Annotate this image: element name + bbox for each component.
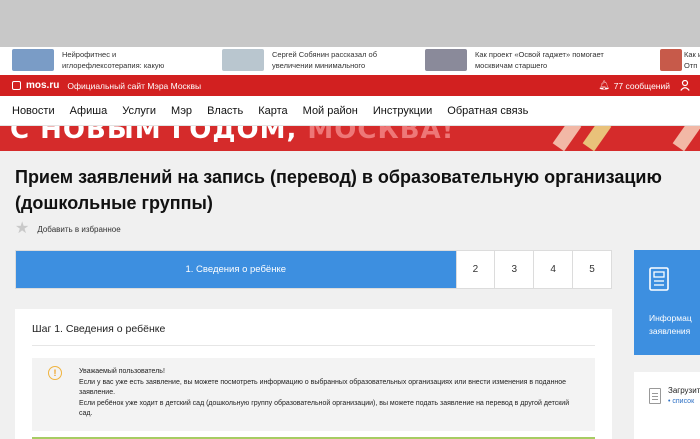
top-gray-area xyxy=(0,0,700,47)
news-item[interactable]: Сергей Собянин рассказал об увеличении м… xyxy=(222,49,402,73)
banner-greeting: С НОВЫМ ГОДОМ, xyxy=(10,126,308,145)
form-card: Шаг 1. Сведения о ребёнке ! Уважаемый по… xyxy=(15,309,612,439)
news-thumbnail xyxy=(12,49,54,71)
nav-news[interactable]: Новости xyxy=(12,105,55,117)
notice-line: Если ребёнок уже ходит в детский сад (до… xyxy=(79,399,570,418)
messages-count: 77 сообщений xyxy=(613,80,670,91)
logo-text: mos.ru xyxy=(26,80,60,91)
messages-link[interactable]: 🔔︎ 77 сообщений xyxy=(598,75,670,96)
info-label-line: заявления xyxy=(649,326,691,336)
nav-instructions[interactable]: Инструкции xyxy=(373,105,432,117)
nav-feedback[interactable]: Обратная связь xyxy=(447,105,528,117)
step-title: Шаг 1. Сведения о ребёнке xyxy=(32,323,166,335)
site-header: mos.ru Официальный сайт Мэра Москвы 🔔︎ 7… xyxy=(0,75,700,96)
news-headline[interactable]: Нейрофитнес и иглорефлексотерапия: какую xyxy=(62,49,172,71)
file-icon xyxy=(649,388,661,404)
news-headline[interactable]: Как и Отп xyxy=(684,49,700,71)
banner-city: МОСКВА! xyxy=(307,126,455,145)
bell-icon: 🔔︎ xyxy=(598,80,610,90)
star-icon: ★ xyxy=(15,220,30,237)
step-3[interactable]: 3 xyxy=(494,251,534,288)
info-panel-label: Информац заявления xyxy=(649,312,692,338)
nav-afisha[interactable]: Афиша xyxy=(70,105,108,117)
download-link[interactable]: • список xyxy=(668,398,694,405)
info-label-line: Информац xyxy=(649,313,692,323)
download-panel: Загрузит • список xyxy=(634,372,700,439)
main-navigation: Новости Афиша Услуги Мэр Власть Карта Мо… xyxy=(0,96,700,126)
nav-government[interactable]: Власть xyxy=(207,105,243,117)
notice-text: Уважаемый пользователь! Если у вас уже е… xyxy=(79,367,584,420)
mosru-logo[interactable]: mos.ru xyxy=(12,80,59,91)
banner-decoration xyxy=(552,126,582,151)
official-site-label: Официальный сайт Мэра Москвы xyxy=(67,80,202,91)
nav-map[interactable]: Карта xyxy=(258,105,287,117)
notice-greeting: Уважаемый пользователь! xyxy=(79,368,165,375)
news-headline[interactable]: Сергей Собянин рассказал об увеличении м… xyxy=(272,49,402,71)
step-2[interactable]: 2 xyxy=(455,251,495,288)
nav-mayor[interactable]: Мэр xyxy=(171,105,192,117)
holiday-banner[interactable]: С НОВЫМ ГОДОМ, МОСКВА! xyxy=(0,126,700,151)
banner-decoration xyxy=(582,126,612,151)
step-1-active[interactable]: 1. Сведения о ребёнке xyxy=(16,251,456,288)
notice-box: ! Уважаемый пользователь! Если у вас уже… xyxy=(32,358,595,431)
news-item[interactable]: Как и Отп xyxy=(660,49,700,73)
favorites-label: Добавить в избранное xyxy=(37,224,121,234)
step-4[interactable]: 4 xyxy=(533,251,573,288)
news-thumbnail xyxy=(660,49,682,71)
nav-services[interactable]: Услуги xyxy=(122,105,156,117)
news-thumbnail xyxy=(425,49,467,71)
notice-line: Если у вас уже есть заявление, вы можете… xyxy=(79,378,567,397)
user-icon[interactable] xyxy=(680,80,690,91)
banner-decoration xyxy=(672,126,700,151)
news-item[interactable]: Нейрофитнес и иглорефлексотерапия: какую xyxy=(12,49,192,73)
news-thumbnail xyxy=(222,49,264,71)
info-panel[interactable]: Информац заявления xyxy=(634,250,700,355)
page-title: Прием заявлений на запись (перевод) в об… xyxy=(15,167,662,213)
banner-text: С НОВЫМ ГОДОМ, МОСКВА! xyxy=(10,126,455,145)
news-item[interactable]: Как проект «Освой гаджет» помогает москв… xyxy=(425,49,645,73)
download-label: Загрузит xyxy=(668,386,700,395)
logo-icon xyxy=(12,81,21,90)
divider xyxy=(32,345,595,346)
nav-my-district[interactable]: Мой район xyxy=(303,105,358,117)
add-to-favorites[interactable]: ★ Добавить в избранное xyxy=(15,221,121,237)
news-headline[interactable]: Как проект «Освой гаджет» помогает москв… xyxy=(475,49,610,71)
step-progress: 1. Сведения о ребёнке 2 3 4 5 xyxy=(15,250,612,289)
news-strip: Нейрофитнес и иглорефлексотерапия: какую… xyxy=(0,47,700,75)
step-5[interactable]: 5 xyxy=(572,251,612,288)
warning-icon: ! xyxy=(48,366,62,380)
document-icon xyxy=(649,267,669,291)
